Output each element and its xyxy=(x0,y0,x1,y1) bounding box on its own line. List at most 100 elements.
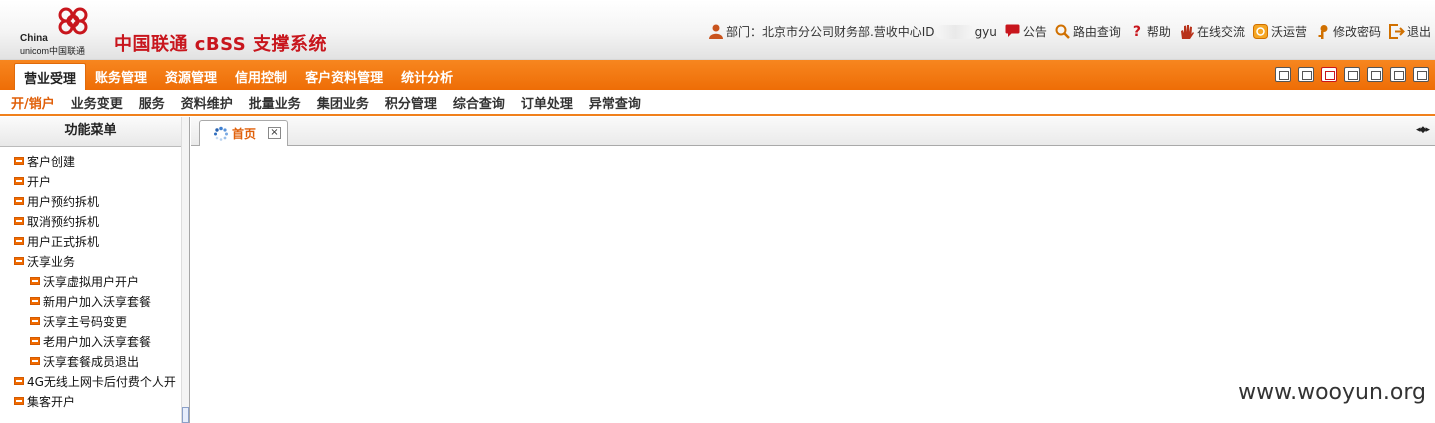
layout-top-icon[interactable] xyxy=(1321,67,1337,82)
menu-item-label: 沃享套餐成员退出 xyxy=(43,354,140,369)
main-tab-business-acceptance[interactable]: 营业受理 xyxy=(14,63,87,90)
function-menu-panel: 功能菜单 客户创建 开户 用户预约拆机 取消预约拆机 用户正式拆机 沃享业务 沃… xyxy=(0,117,190,423)
sub-nav: 开/销户 业务变更 服务 资料维护 批量业务 集团业务 积分管理 综合查询 订单… xyxy=(0,90,1435,116)
sub-tab-service[interactable]: 服务 xyxy=(131,93,173,112)
announcement-link[interactable]: 公告 xyxy=(1005,23,1047,40)
menu-item-label: 老用户加入沃享套餐 xyxy=(43,334,152,349)
logo-text-line1: China xyxy=(20,33,48,44)
sub-tab-order-processing[interactable]: 订单处理 xyxy=(513,93,581,112)
sub-tab-general-query[interactable]: 综合查询 xyxy=(445,93,513,112)
tab-scroll-arrows-icon[interactable]: ◂◆▸ xyxy=(1416,125,1430,135)
menu-bullet-icon xyxy=(14,177,24,185)
menu-item-old-user-join-woxiang[interactable]: 老用户加入沃享套餐 xyxy=(0,331,182,351)
menu-item-customer-create[interactable]: 客户创建 xyxy=(0,151,182,171)
maximize-window-icon[interactable] xyxy=(1413,67,1429,82)
content-tab-bar: 首页 × ◂◆▸ xyxy=(191,117,1435,146)
header-bar: China unicom中国联通 中国联通 cBSS 支撑系统 部门：北京市分公… xyxy=(0,0,1435,60)
system-title: 中国联通 cBSS 支撑系统 xyxy=(114,34,328,55)
logo-text-line2: unicom中国联通 xyxy=(20,46,86,56)
menu-item-woxiang-virtual-open[interactable]: 沃享虚拟用户开户 xyxy=(0,271,182,291)
key-icon xyxy=(1315,24,1331,40)
dept-info: 部门：北京市分公司财务部.营收中心ID gyu xyxy=(708,23,997,40)
wo-icon xyxy=(1253,23,1269,40)
unicom-logo: China unicom中国联通 xyxy=(14,6,106,56)
menu-item-label: 新用户加入沃享套餐 xyxy=(43,294,152,309)
sub-tab-business-change[interactable]: 业务变更 xyxy=(63,93,131,112)
sub-tab-open-close-account[interactable]: 开/销户 xyxy=(0,93,63,112)
menu-item-cancel-scheduled-disconnect[interactable]: 取消预约拆机 xyxy=(0,211,182,231)
sub-tab-exception-query[interactable]: 异常查询 xyxy=(581,93,649,112)
menu-item-scheduled-disconnect[interactable]: 用户预约拆机 xyxy=(0,191,182,211)
menu-bullet-icon xyxy=(14,197,24,205)
menu-bullet-icon xyxy=(30,337,40,345)
logout-link[interactable]: 退出 xyxy=(1388,23,1431,40)
function-menu-list: 客户创建 开户 用户预约拆机 取消预约拆机 用户正式拆机 沃享业务 沃享虚拟用户… xyxy=(0,151,182,411)
menu-item-enterprise-open-account[interactable]: 集客开户 xyxy=(0,391,182,411)
main-tab-billing[interactable]: 账务管理 xyxy=(86,63,156,90)
announcement-icon xyxy=(1005,24,1021,40)
user-suffix: gyu xyxy=(974,24,997,39)
main-tab-resources[interactable]: 资源管理 xyxy=(156,63,226,90)
logout-label: 退出 xyxy=(1406,25,1431,39)
menu-bullet-icon xyxy=(14,237,24,245)
route-query-label: 路由查询 xyxy=(1072,25,1121,39)
help-link[interactable]: ? 帮助 xyxy=(1129,23,1171,40)
online-chat-link[interactable]: 在线交流 xyxy=(1179,23,1245,40)
user-icon xyxy=(708,24,724,40)
restore-window-icon[interactable] xyxy=(1390,67,1406,82)
announcement-label: 公告 xyxy=(1022,25,1047,39)
menu-item-open-account[interactable]: 开户 xyxy=(0,171,182,191)
route-query-link[interactable]: 路由查询 xyxy=(1055,23,1121,40)
menu-item-4g-datacard-postpaid[interactable]: 4G无线上网卡后付费个人开 xyxy=(0,371,182,391)
menu-item-woxiang-main-number-change[interactable]: 沃享主号码变更 xyxy=(0,311,182,331)
tab-close-icon[interactable]: × xyxy=(268,127,281,139)
menu-bullet-icon xyxy=(30,277,40,285)
function-menu-title: 功能菜单 xyxy=(0,117,181,147)
menu-item-label: 用户正式拆机 xyxy=(27,234,100,249)
tab-home[interactable]: 首页 × xyxy=(199,120,288,146)
main-nav: 营业受理 账务管理 资源管理 信用控制 客户资料管理 统计分析 xyxy=(0,60,1435,90)
main-tab-credit-control[interactable]: 信用控制 xyxy=(226,63,296,90)
menu-bullet-icon xyxy=(14,377,24,385)
sub-tab-group-business[interactable]: 集团业务 xyxy=(309,93,377,112)
menu-bullet-icon xyxy=(30,297,40,305)
layout-toolbar xyxy=(1268,67,1429,82)
menu-bullet-icon xyxy=(14,157,24,165)
change-password-link[interactable]: 修改密码 xyxy=(1315,23,1381,40)
sub-tab-data-maintenance[interactable]: 资料维护 xyxy=(173,93,241,112)
menu-bullet-icon xyxy=(14,217,24,225)
menu-bullet-icon xyxy=(30,357,40,365)
hand-icon xyxy=(1179,24,1195,40)
unicom-knot-icon xyxy=(58,7,88,35)
menu-item-label: 开户 xyxy=(27,174,52,189)
menu-item-label: 取消预约拆机 xyxy=(27,214,100,229)
menu-item-label: 沃享虚拟用户开户 xyxy=(43,274,140,289)
sub-tab-batch-business[interactable]: 批量业务 xyxy=(241,93,309,112)
menu-bullet-icon xyxy=(30,317,40,325)
tab-home-label: 首页 xyxy=(232,127,257,141)
layout-left-icon[interactable] xyxy=(1344,67,1360,82)
menu-item-new-user-join-woxiang[interactable]: 新用户加入沃享套餐 xyxy=(0,291,182,311)
switch-icon[interactable] xyxy=(1298,67,1314,82)
dept-label: 部门：北京市分公司财务部.营收中心ID xyxy=(725,25,935,39)
menu-item-label: 客户创建 xyxy=(27,154,76,169)
top-links: 部门：北京市分公司财务部.营收中心ID gyu 公告 路由查询 ? 帮助 在线交… xyxy=(700,23,1431,40)
layout-rows-icon[interactable] xyxy=(1367,67,1383,82)
menu-group-woxiang[interactable]: 沃享业务 xyxy=(0,251,182,271)
menu-item-label: 用户预约拆机 xyxy=(27,194,100,209)
menu-item-label: 集客开户 xyxy=(27,394,76,409)
menu-bullet-icon xyxy=(14,397,24,405)
menu-scrollbar[interactable] xyxy=(181,117,189,423)
menu-item-woxiang-member-exit[interactable]: 沃享套餐成员退出 xyxy=(0,351,182,371)
main-tab-customer-data[interactable]: 客户资料管理 xyxy=(296,63,392,90)
main-tab-statistics[interactable]: 统计分析 xyxy=(392,63,462,90)
wo-operation-link[interactable]: 沃运营 xyxy=(1253,23,1307,40)
menu-item-formal-disconnect[interactable]: 用户正式拆机 xyxy=(0,231,182,251)
user-settings-icon[interactable] xyxy=(1275,67,1291,82)
help-icon: ? xyxy=(1132,23,1141,40)
sub-tab-points-management[interactable]: 积分管理 xyxy=(377,93,445,112)
menu-scrollbar-thumb[interactable] xyxy=(182,407,189,423)
logout-icon xyxy=(1388,23,1405,40)
menu-item-label: 沃享业务 xyxy=(27,254,76,269)
collapse-icon xyxy=(14,257,24,265)
